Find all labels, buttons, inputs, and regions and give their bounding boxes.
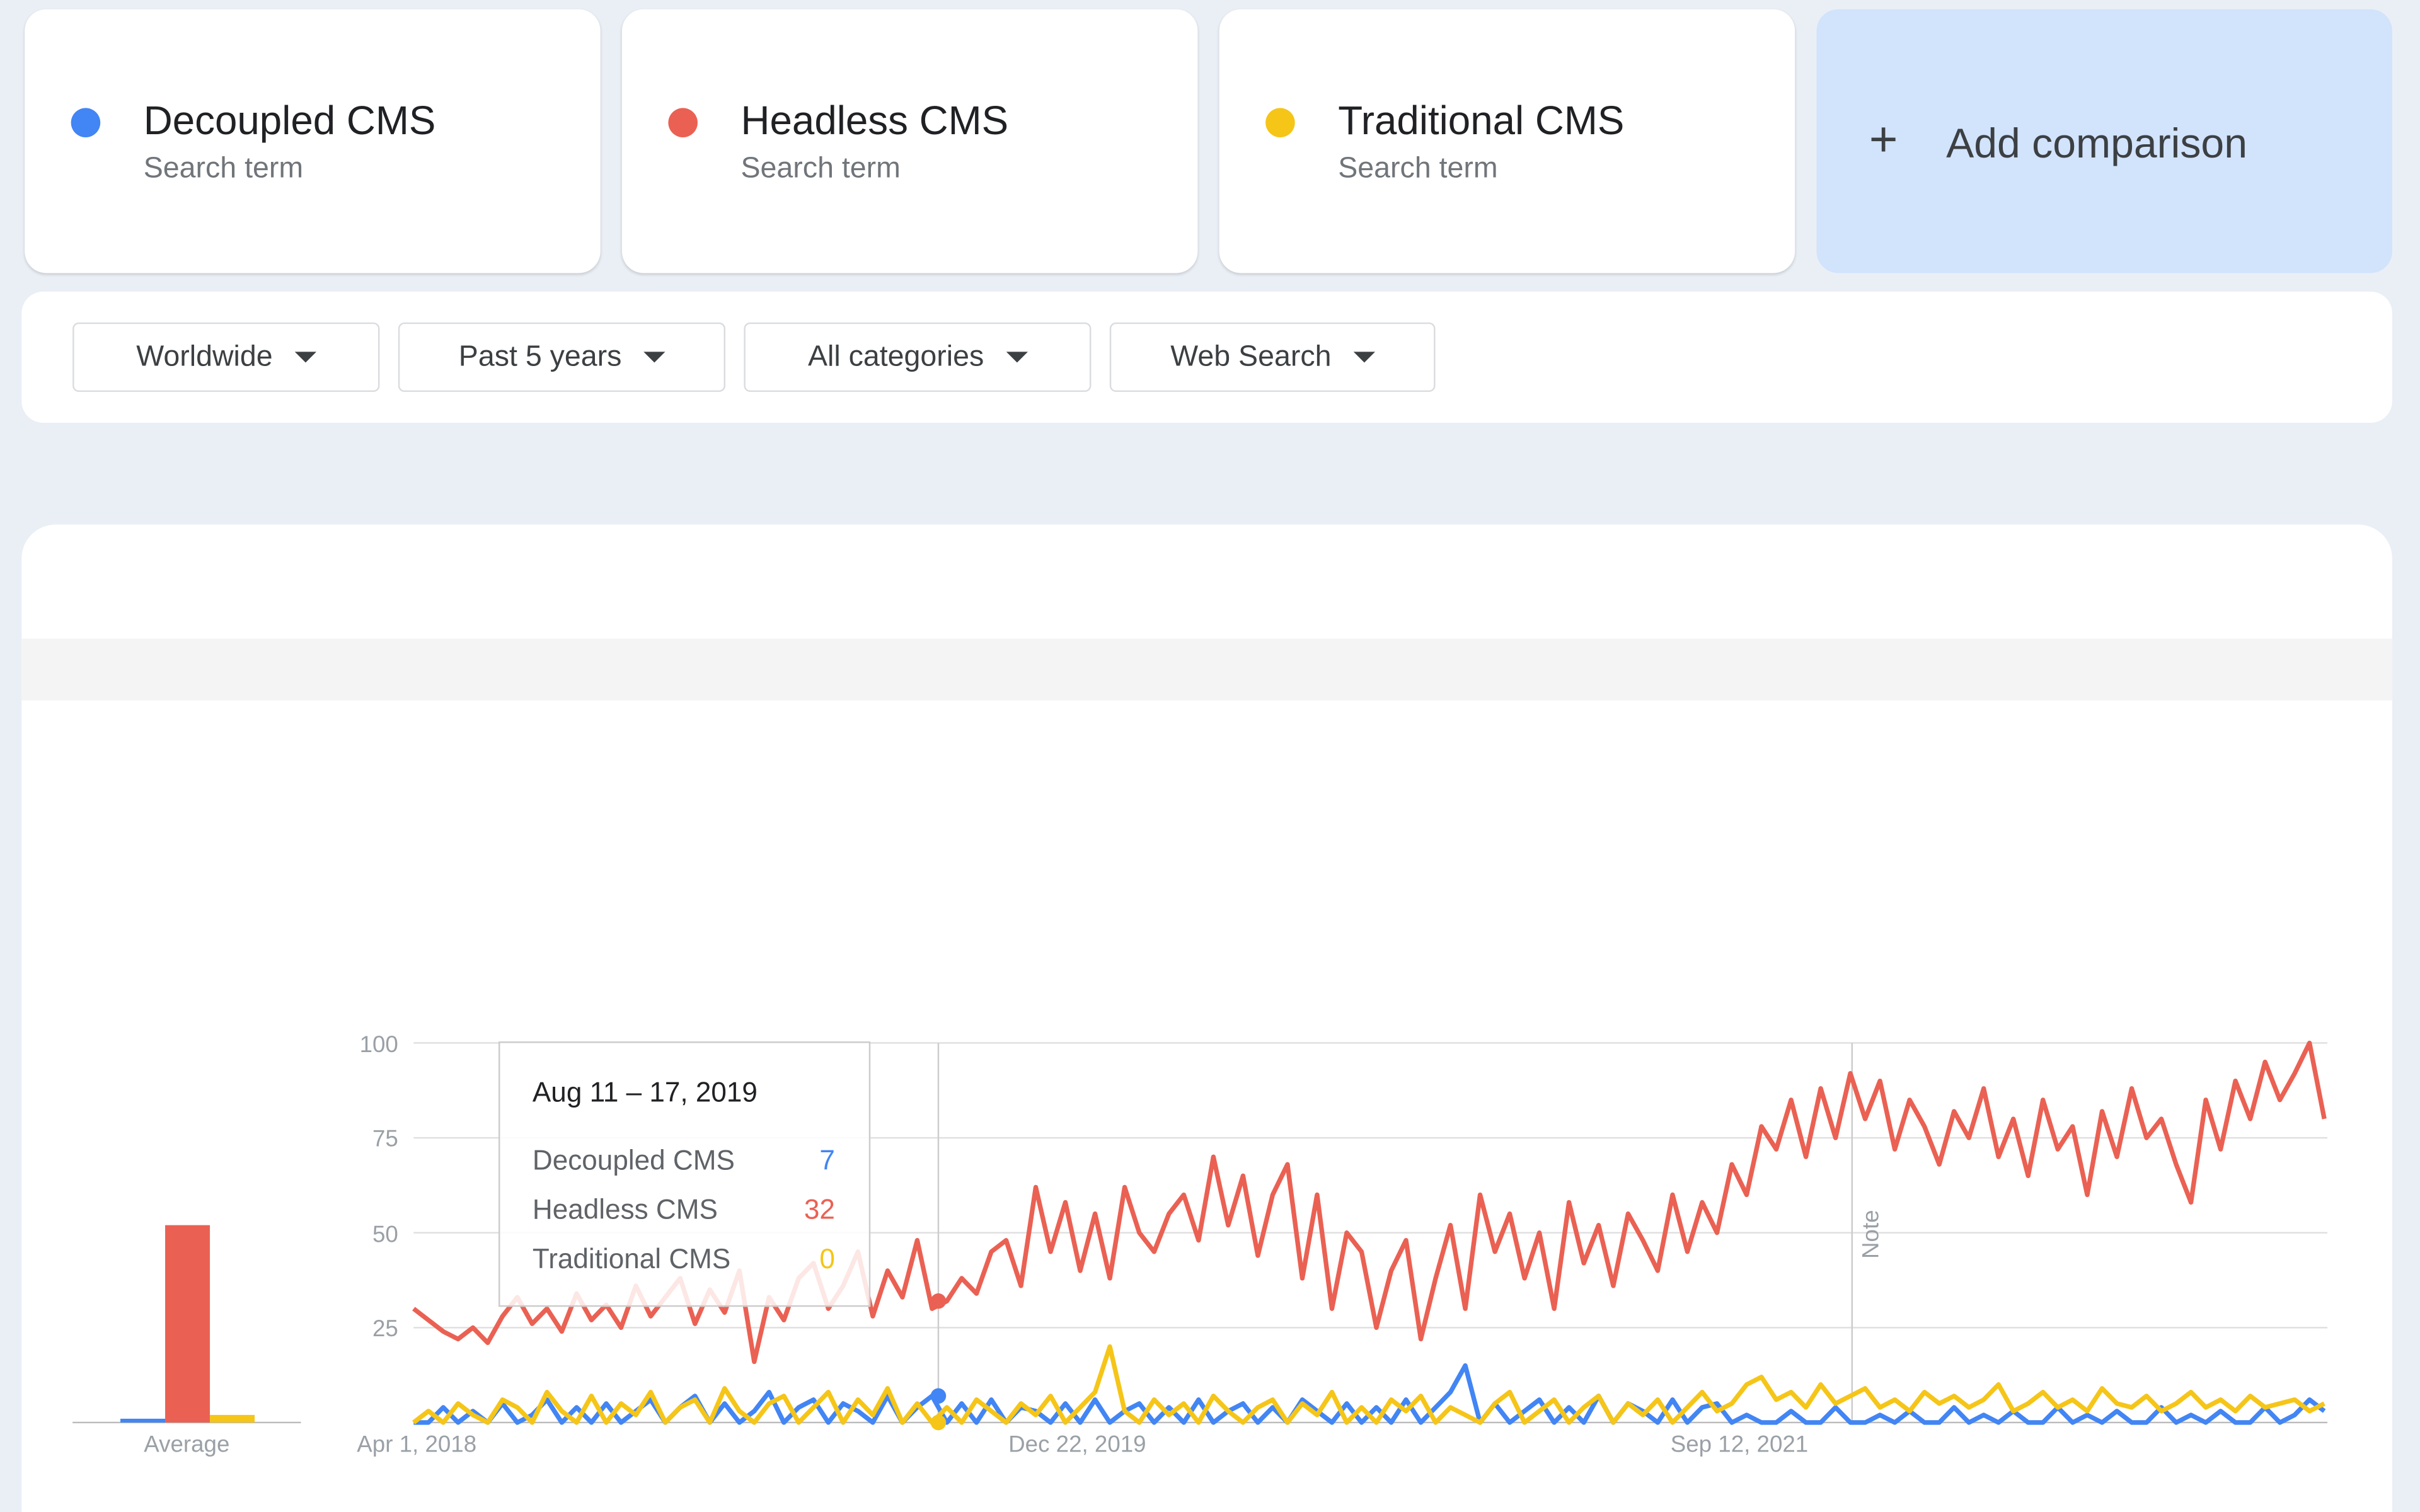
tooltip-series-name: Traditional CMS — [532, 1243, 731, 1274]
tooltip-value: 32 — [804, 1194, 835, 1225]
y-tick-label: 50 — [372, 1221, 398, 1247]
average-bar-traditional-cms — [210, 1414, 255, 1423]
y-tick-label: 25 — [372, 1315, 398, 1341]
tooltip-row: Decoupled CMS 7 — [533, 1145, 835, 1177]
google-trends-page: Decoupled CMS Search term Headless CMS S… — [0, 0, 2420, 1512]
hover-point — [930, 1414, 947, 1431]
average-label: Average — [144, 1431, 229, 1457]
series-line-traditional-cms — [412, 1344, 2325, 1425]
interest-over-time-chart[interactable]: Average Apr 1, 2018 Dec 22, 2019 Sep 12,… — [0, 0, 2420, 1482]
y-tick-label: 75 — [372, 1126, 398, 1152]
x-tick-label: Sep 12, 2021 — [1671, 1431, 1808, 1457]
tooltip-row: Headless CMS 32 — [533, 1194, 835, 1227]
note-label[interactable]: Note — [1857, 1210, 1883, 1259]
hover-point — [930, 1388, 947, 1404]
chart-tooltip: Aug 11 – 17, 2019 Decoupled CMS 7 Headles… — [498, 1041, 871, 1307]
average-bar-headless-cms — [165, 1225, 210, 1423]
average-bar-decoupled-cms — [120, 1418, 166, 1423]
tooltip-value: 7 — [819, 1145, 835, 1176]
tooltip-row: Traditional CMS 0 — [533, 1244, 835, 1276]
tooltip-value: 0 — [819, 1243, 835, 1274]
y-tick-label: 100 — [360, 1031, 398, 1057]
hover-point — [930, 1293, 947, 1309]
tooltip-series-name: Headless CMS — [532, 1194, 718, 1225]
tooltip-date: Aug 11 – 17, 2019 — [532, 1077, 758, 1108]
tooltip-series-name: Decoupled CMS — [532, 1145, 735, 1176]
x-tick-label: Dec 22, 2019 — [1008, 1431, 1146, 1457]
x-tick-label: Apr 1, 2018 — [357, 1431, 476, 1457]
